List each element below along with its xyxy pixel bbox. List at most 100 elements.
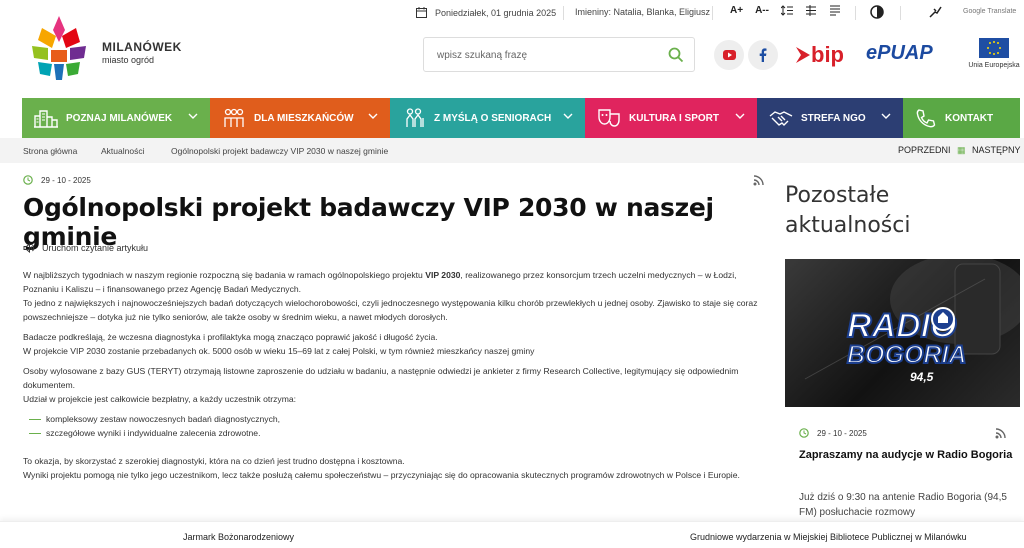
eu-flag-icon [979, 38, 1009, 58]
font-increase-button[interactable]: A+ [730, 5, 743, 16]
nav-label: KONTAKT [945, 112, 994, 124]
sign-language-icon[interactable] [928, 5, 942, 19]
aside-title: Pozostałe aktualności [785, 183, 911, 238]
facebook-link[interactable] [748, 40, 778, 70]
youtube-link[interactable] [714, 40, 744, 70]
site-logo[interactable]: MILANÓWEK miasto ogród [28, 14, 198, 90]
theatre-icon [598, 109, 620, 127]
card-title-link[interactable]: Zapraszamy na audycje w Radio Bogoria [799, 448, 1014, 463]
project-name: VIP 2030 [425, 270, 461, 280]
breadcrumb: Strona główna Aktualności Ogólnopolski p… [0, 138, 1024, 163]
nav-label: POZNAJ MILANÓWEK [66, 112, 173, 124]
nav-kontakt[interactable]: KONTAKT [903, 98, 1020, 138]
logo-name: MILANÓWEK [102, 40, 182, 54]
prev-next-bar: Jarmark Bożonarodzeniowy Grudniowe wydar… [0, 521, 1024, 548]
clock-icon [23, 175, 33, 185]
bip-label: bip [811, 42, 844, 67]
card-excerpt: Już dziś o 9:30 na antenie Radio Bogoria… [799, 492, 1007, 518]
font-decrease-button[interactable]: A-- [755, 5, 769, 16]
previous-article-link[interactable]: Jarmark Bożonarodzeniowy [183, 532, 294, 542]
article-body: W najbliższych tygodniach w naszym regio… [23, 268, 763, 488]
card-meta: 29 - 10 - 2025 [799, 428, 867, 438]
list-item: kompleksowy zestaw nowoczesnych badań di… [29, 412, 763, 426]
nav-poznaj-milanowek[interactable]: POZNAJ MILANÓWEK [22, 98, 210, 138]
grid-icon[interactable]: ▦ [957, 145, 966, 156]
previous-link[interactable]: POPRZEDNI [898, 145, 951, 155]
list-item: szczegółowe wyniki i indywidualne zalece… [29, 426, 763, 440]
chevron-down-icon [563, 113, 573, 119]
text: W najbliższych tygodniach w naszym regio… [23, 270, 426, 280]
paragraph: To okazja, by skorzystać z szerokiej dia… [23, 454, 763, 482]
text: To jedno z największych i najnowocześnie… [23, 298, 758, 322]
svg-text:BOGORIA: BOGORIA [847, 341, 966, 369]
breadcrumb-current: Ogólnopolski projekt badawczy VIP 2030 w… [171, 146, 389, 156]
text: Udział w projekcie jest całkowicie bezpł… [23, 394, 297, 404]
chevron-down-icon [368, 113, 378, 119]
milanowek-logo-icon [32, 16, 86, 80]
nav-kultura-i-sport[interactable]: KULTURA I SPORT [585, 98, 757, 138]
read-aloud-label: Uruchom czytanie artykułu [42, 243, 149, 253]
namedays-text: Imieniny: Natalia, Blanka, Eligiusz [575, 7, 711, 17]
chevron-down-icon [881, 113, 891, 119]
youtube-icon [722, 50, 736, 60]
seniors-icon [406, 108, 424, 127]
line-spacing-icon[interactable] [780, 5, 793, 16]
nav-dla-mieszkancow[interactable]: DLA MIESZKAŃCÓW [210, 98, 390, 138]
calendar-icon [416, 7, 427, 18]
people-icon [224, 108, 244, 127]
nav-label: Z MYŚLĄ O SENIORACH [434, 112, 552, 124]
svg-text:94,5: 94,5 [910, 370, 934, 384]
logo-tagline: miasto ogród [102, 55, 155, 65]
nav-label: KULTURA I SPORT [629, 112, 719, 124]
city-icon [34, 110, 58, 128]
read-aloud-button[interactable]: Uruchom czytanie artykułu [23, 243, 148, 253]
google-translate-link[interactable]: Google Translate [963, 8, 1016, 15]
date-text: Poniedziałek, 01 grudnia 2025 [435, 7, 557, 18]
clock-icon [799, 428, 809, 438]
bip-link[interactable]: bip [796, 42, 844, 68]
text: To okazja, by skorzystać z szerokiej dia… [23, 456, 405, 466]
rss-icon[interactable] [753, 175, 764, 186]
main-navigation: POZNAJ MILANÓWEK DLA MIESZKAŃCÓW Z MYŚLĄ… [22, 98, 1020, 138]
nav-strefa-ngo[interactable]: STREFA NGO [757, 98, 903, 138]
facebook-icon [759, 48, 767, 62]
epuap-link[interactable]: ePUAP [866, 42, 933, 65]
next-link[interactable]: NASTĘPNY [972, 145, 1021, 155]
news-image[interactable]: RADIO BOGORIA 94,5 [785, 259, 1020, 407]
article-meta: 29 - 10 - 2025 [23, 175, 91, 185]
nav-z-mysla-o-seniorach[interactable]: Z MYŚLĄ O SENIORACH [390, 98, 585, 138]
radio-bogoria-logo: RADIO BOGORIA 94,5 [804, 259, 1020, 384]
contrast-icon[interactable] [870, 5, 884, 19]
search-input[interactable]: wpisz szukaną frazę [437, 50, 527, 61]
search-box[interactable]: wpisz szukaną frazę [423, 37, 695, 72]
benefits-list: kompleksowy zestaw nowoczesnych badań di… [29, 412, 763, 440]
eu-logo: Unia Europejska [966, 38, 1022, 69]
accessibility-tools: A+ A-- [730, 5, 841, 16]
text: Wyniki projektu pomogą nie tylko jego uc… [23, 470, 740, 480]
bip-logo-icon [796, 47, 810, 63]
breadcrumb-home[interactable]: Strona główna [23, 146, 77, 156]
paragraph: Badacze podkreślają, że wczesna diagnost… [23, 330, 763, 358]
nav-label: DLA MIESZKAŃCÓW [254, 112, 354, 124]
card-date: 29 - 10 - 2025 [817, 428, 867, 438]
rss-icon[interactable] [995, 428, 1006, 439]
nav-label: STREFA NGO [801, 112, 866, 124]
text: Osoby wylosowane z bazy GUS (TERYT) otrz… [23, 366, 739, 390]
next-article-link[interactable]: Grudniowe wydarzenia w Miejskiej Bibliot… [690, 532, 967, 542]
eu-label: Unia Europejska [968, 62, 1020, 69]
breadcrumb-news[interactable]: Aktualności [101, 146, 144, 156]
speaker-icon [23, 243, 34, 253]
text: Badacze podkreślają, że wczesna diagnost… [23, 332, 438, 342]
letter-spacing-icon[interactable] [805, 5, 817, 16]
paragraph-spacing-icon[interactable] [829, 5, 841, 16]
paragraph: W najbliższych tygodniach w naszym regio… [23, 268, 763, 324]
phone-icon [916, 109, 936, 128]
paragraph: Osoby wylosowane z bazy GUS (TERYT) otrz… [23, 364, 763, 406]
chevron-down-icon [735, 113, 745, 119]
handshake-icon [769, 111, 793, 126]
date-display: Poniedziałek, 01 grudnia 2025 [416, 7, 556, 18]
text: W projekcie VIP 2030 zostanie przebadany… [23, 346, 535, 356]
chevron-down-icon [188, 113, 198, 119]
search-icon[interactable] [668, 47, 684, 63]
article-date: 29 - 10 - 2025 [41, 175, 91, 185]
